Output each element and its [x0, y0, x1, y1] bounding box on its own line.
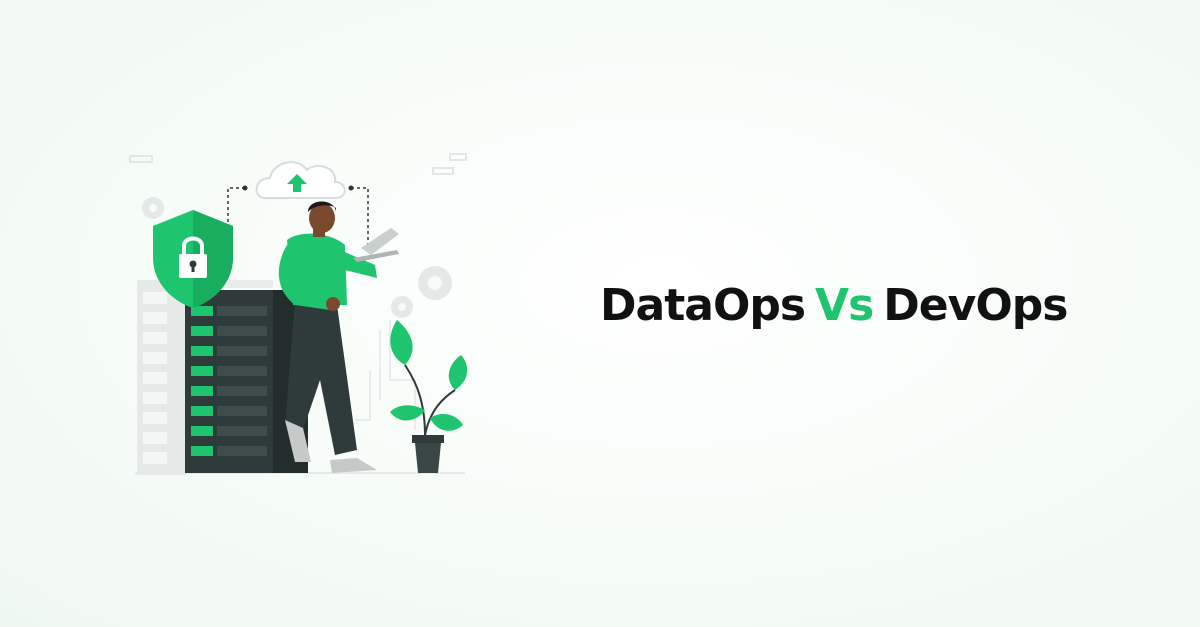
page-title: DataOps Vs DevOps [600, 280, 1068, 340]
server-rack-back [137, 280, 187, 475]
title-dataops: DataOps [600, 280, 806, 331]
cloud-upload-icon [255, 161, 346, 199]
laptop-icon [353, 228, 399, 262]
devops-illustration [129, 153, 468, 475]
title-vs: Vs [815, 280, 874, 331]
banner: { "title": { "part1": "DataOps", "vs": "… [0, 0, 1200, 627]
title-devops: DevOps [883, 280, 1068, 331]
person-figure [278, 201, 399, 473]
potted-plant [390, 320, 468, 473]
